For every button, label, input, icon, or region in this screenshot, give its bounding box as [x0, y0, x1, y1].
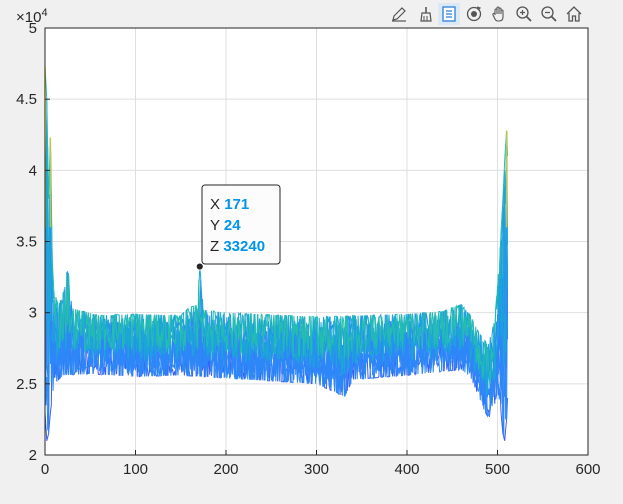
edit-plot-icon [392, 7, 406, 22]
zoom-in-icon [516, 6, 532, 22]
brush-button[interactable] [413, 3, 435, 25]
datatip-x-label: X [210, 196, 220, 213]
pan-icon [492, 6, 504, 22]
edit-plot-button[interactable] [388, 3, 410, 25]
surface-plot[interactable]: 0 100 200 300 400 500 600 22.533.544.55 ×104 X… [0, 0, 623, 499]
datatip-y-value: 24 [224, 217, 241, 234]
x-tick-label: 300 [304, 461, 329, 478]
datatip-z-row: Z 33240 [210, 238, 265, 255]
zoom-in-button[interactable] [513, 3, 535, 25]
datatip-y-row: Y 24 [210, 217, 241, 234]
exponent-power: 4 [41, 7, 47, 19]
datatip-icon [442, 6, 456, 22]
datatip-z-value: 33240 [223, 238, 265, 255]
datatip[interactable]: X 171 Y 24 Z 33240 [195, 184, 281, 271]
zoom-out-icon [541, 6, 557, 22]
figure-window: 0 100 200 300 400 500 600 2 2.5 3 3.5 4 4.5 5 ×104 X… [0, 0, 623, 499]
rotate-3d-icon [466, 6, 482, 22]
x-tick-label: 200 [213, 461, 238, 478]
x-tick-label: 500 [485, 461, 510, 478]
datatip-button[interactable] [438, 3, 460, 25]
x-tick-label: 100 [123, 461, 148, 478]
y-tick-labels: 22.533.544.55 [16, 20, 37, 464]
home-icon [566, 6, 582, 22]
y-tick-label: 2 [29, 447, 37, 464]
pan-button[interactable] [488, 3, 510, 25]
rotate-3d-button[interactable] [463, 3, 485, 25]
x-tick-labels: 0 100 200 300 400 500 600 [41, 461, 601, 478]
datatip-x-value: 171 [224, 196, 249, 213]
x-tick-label: 600 [575, 461, 600, 478]
y-tick-label: 4.5 [16, 91, 37, 108]
y-tick-label: 3.5 [16, 234, 37, 251]
x-tick-label: 400 [394, 461, 419, 478]
y-tick-label: 2.5 [16, 376, 37, 393]
datatip-x-row: X 171 [210, 196, 249, 213]
home-button[interactable] [563, 3, 585, 25]
zoom-out-button[interactable] [538, 3, 560, 25]
datatip-y-label: Y [210, 217, 220, 234]
exponent-label: ×104 [16, 7, 48, 26]
datatip-marker[interactable] [195, 262, 204, 271]
axes-toolbar [388, 2, 585, 26]
brush-icon [420, 7, 432, 22]
y-tick-label: 4 [29, 162, 37, 179]
x-tick-label: 0 [41, 461, 49, 478]
y-tick-label: 3 [29, 305, 37, 322]
datatip-z-label: Z [210, 238, 219, 255]
